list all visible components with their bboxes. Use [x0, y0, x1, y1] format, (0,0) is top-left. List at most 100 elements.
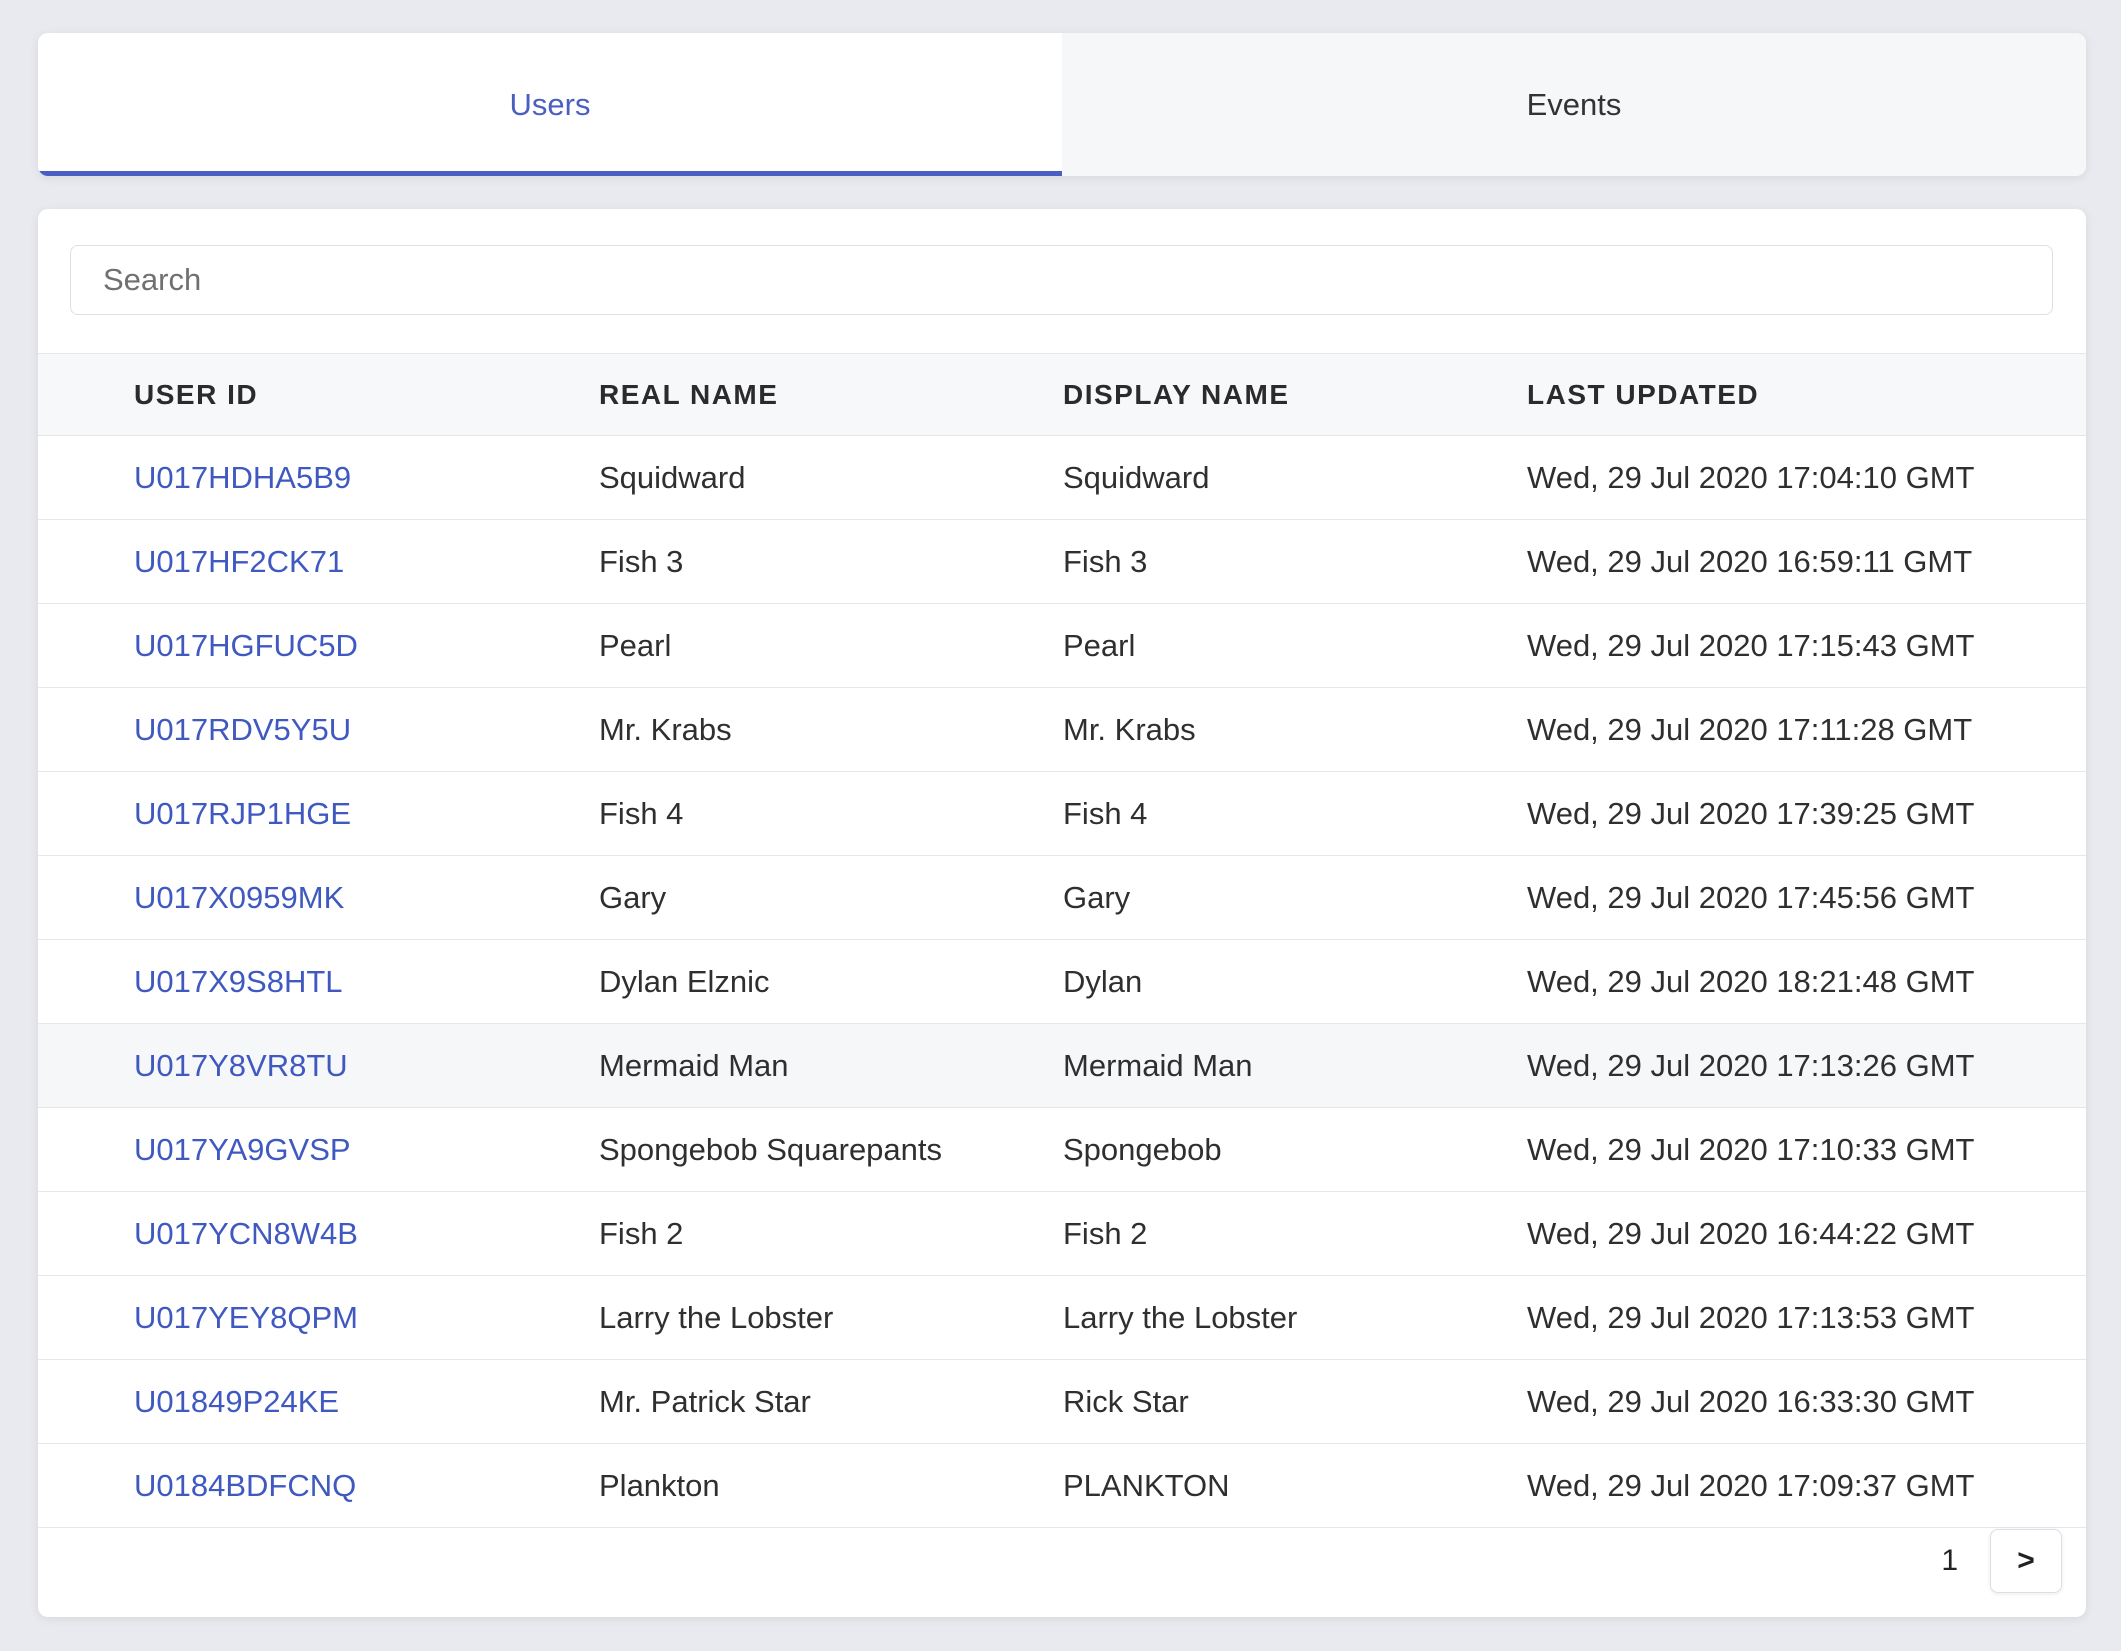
real-name-cell: Fish 3 — [599, 543, 684, 579]
real-name-cell: Squidward — [599, 459, 746, 495]
table-cell: Gary — [598, 855, 1062, 940]
table-cell: U017HDHA5B9 — [38, 435, 598, 520]
user-id-link[interactable]: U017HF2CK71 — [134, 544, 344, 579]
last-updated-cell: Wed, 29 Jul 2020 16:44:22 GMT — [1527, 1215, 1975, 1251]
real-name-cell: Gary — [599, 879, 667, 915]
table-cell: Larry the Lobster — [598, 1275, 1062, 1360]
user-id-link[interactable]: U017RJP1HGE — [134, 796, 351, 831]
users-table: USER ID REAL NAME DISPLAY NAME LAST UPDA… — [38, 353, 2086, 1528]
last-updated-cell: Wed, 29 Jul 2020 17:04:10 GMT — [1527, 459, 1975, 495]
tab-events-label: Events — [1526, 86, 1622, 122]
real-name-cell: Fish 2 — [599, 1215, 684, 1251]
table-cell: PLANKTON — [1062, 1443, 1526, 1528]
table-cell: Wed, 29 Jul 2020 17:11:28 GMT — [1526, 687, 2086, 772]
table-cell: U017Y8VR8TU — [38, 1023, 598, 1108]
table-cell: Wed, 29 Jul 2020 17:04:10 GMT — [1526, 435, 2086, 520]
user-id-link[interactable]: U017YCN8W4B — [134, 1216, 358, 1251]
user-id-link[interactable]: U017RDV5Y5U — [134, 712, 351, 747]
table-cell: Squidward — [598, 435, 1062, 520]
display-name-cell: Dylan — [1063, 963, 1143, 999]
display-name-cell: PLANKTON — [1063, 1467, 1230, 1503]
table-row: U0184BDFCNQ Plankton PLANKTON Wed, 29 Jul 2… — [38, 1443, 2086, 1528]
table-row: U017HDHA5B9 Squidward Squidward Wed, 29 Jul… — [38, 435, 2086, 520]
table-row: U01849P24KE Mr. Patrick Star Rick Star Wed,… — [38, 1359, 2086, 1444]
real-name-cell: Larry the Lobster — [599, 1299, 834, 1335]
table-row: U017YA9GVSP Spongebob Squarepants Spongebo… — [38, 1107, 2086, 1192]
table-cell: Rick Star — [1062, 1359, 1526, 1444]
table-row: U017X9S8HTL Dylan Elznic Dylan Wed, 29 Jul … — [38, 939, 2086, 1024]
table-cell: Fish 3 — [598, 519, 1062, 604]
display-name-cell: Mr. Krabs — [1063, 711, 1196, 747]
last-updated-cell: Wed, 29 Jul 2020 17:15:43 GMT — [1527, 627, 1975, 663]
real-name-cell: Spongebob Squarepants — [599, 1131, 943, 1167]
table-cell: Dylan — [1062, 939, 1526, 1024]
table-cell: Spongebob Squarepants — [598, 1107, 1062, 1192]
display-name-cell: Fish 4 — [1063, 795, 1148, 831]
table-cell: Fish 2 — [1062, 1191, 1526, 1276]
table-cell: Pearl — [1062, 603, 1526, 688]
user-id-link[interactable]: U017YEY8QPM — [134, 1300, 358, 1335]
table-cell: Mermaid Man — [598, 1023, 1062, 1108]
table-cell: U0184BDFCNQ — [38, 1443, 598, 1528]
table-body: U017HDHA5B9 Squidward Squidward Wed, 29 Jul… — [38, 435, 2086, 1528]
table-cell: Plankton — [598, 1443, 1062, 1528]
table-cell: Wed, 29 Jul 2020 17:10:33 GMT — [1526, 1107, 2086, 1192]
display-name-cell: Rick Star — [1063, 1383, 1189, 1419]
user-id-link[interactable]: U01849P24KE — [134, 1384, 339, 1419]
user-id-link[interactable]: U0184BDFCNQ — [134, 1468, 356, 1503]
table-row: U017Y8VR8TU Mermaid Man Mermaid Man Wed, 29… — [38, 1023, 2086, 1108]
last-updated-cell: Wed, 29 Jul 2020 17:09:37 GMT — [1527, 1467, 1975, 1503]
table-cell: Mermaid Man — [1062, 1023, 1526, 1108]
real-name-cell: Pearl — [599, 627, 672, 663]
column-header-real-name: REAL NAME — [598, 353, 1062, 436]
table-cell: Wed, 29 Jul 2020 17:15:43 GMT — [1526, 603, 2086, 688]
last-updated-cell: Wed, 29 Jul 2020 16:59:11 GMT — [1527, 543, 1973, 579]
real-name-cell: Fish 4 — [599, 795, 684, 831]
table-cell: Mr. Krabs — [1062, 687, 1526, 772]
table-cell: Wed, 29 Jul 2020 17:39:25 GMT — [1526, 771, 2086, 856]
table-row: U017YCN8W4B Fish 2 Fish 2 Wed, 29 Jul 2020 … — [38, 1191, 2086, 1276]
table-cell: Gary — [1062, 855, 1526, 940]
table-row: U017HF2CK71 Fish 3 Fish 3 Wed, 29 Jul 2020 … — [38, 519, 2086, 604]
table-cell: Wed, 29 Jul 2020 17:13:53 GMT — [1526, 1275, 2086, 1360]
table-cell: U017YA9GVSP — [38, 1107, 598, 1192]
real-name-cell: Plankton — [599, 1467, 720, 1503]
last-updated-cell: Wed, 29 Jul 2020 17:13:26 GMT — [1527, 1047, 1975, 1083]
last-updated-cell: Wed, 29 Jul 2020 18:21:48 GMT — [1527, 963, 1975, 999]
last-updated-cell: Wed, 29 Jul 2020 16:33:30 GMT — [1527, 1383, 1975, 1419]
user-id-link[interactable]: U017X0959MK — [134, 880, 344, 915]
last-updated-cell: Wed, 29 Jul 2020 17:10:33 GMT — [1527, 1131, 1975, 1167]
table-cell: Larry the Lobster — [1062, 1275, 1526, 1360]
user-id-link[interactable]: U017HDHA5B9 — [134, 460, 351, 495]
table-cell: Wed, 29 Jul 2020 17:13:26 GMT — [1526, 1023, 2086, 1108]
search-input[interactable] — [70, 245, 2053, 315]
current-page-number[interactable]: 1 — [1941, 1544, 1958, 1578]
column-header-last-updated: LAST UPDATED — [1526, 353, 2086, 436]
user-id-link[interactable]: U017X9S8HTL — [134, 964, 343, 999]
table-cell: Fish 4 — [598, 771, 1062, 856]
tab-events[interactable]: Events — [1062, 33, 2086, 176]
pagination: 1 > — [1941, 1529, 2062, 1593]
table-cell: Fish 3 — [1062, 519, 1526, 604]
user-id-link[interactable]: U017YA9GVSP — [134, 1132, 351, 1167]
display-name-cell: Squidward — [1063, 459, 1210, 495]
table-cell: Squidward — [1062, 435, 1526, 520]
table-cell: Dylan Elznic — [598, 939, 1062, 1024]
table-row: U017RDV5Y5U Mr. Krabs Mr. Krabs Wed, 29 Jul… — [38, 687, 2086, 772]
real-name-cell: Mermaid Man — [599, 1047, 789, 1083]
next-page-label: > — [2017, 1544, 2035, 1577]
next-page-button[interactable]: > — [1990, 1529, 2062, 1593]
table-cell: U017RJP1HGE — [38, 771, 598, 856]
user-id-link[interactable]: U017Y8VR8TU — [134, 1048, 348, 1083]
table-cell: U017HF2CK71 — [38, 519, 598, 604]
tab-bar: Users Events — [38, 33, 2086, 176]
display-name-cell: Fish 2 — [1063, 1215, 1148, 1251]
user-id-link[interactable]: U017HGFUC5D — [134, 628, 358, 663]
table-cell: U017X9S8HTL — [38, 939, 598, 1024]
display-name-cell: Spongebob — [1063, 1131, 1222, 1167]
table-cell: Pearl — [598, 603, 1062, 688]
last-updated-cell: Wed, 29 Jul 2020 17:13:53 GMT — [1527, 1299, 1975, 1335]
tab-users[interactable]: Users — [38, 33, 1062, 176]
table-cell: Wed, 29 Jul 2020 16:33:30 GMT — [1526, 1359, 2086, 1444]
column-header-display-name: DISPLAY NAME — [1062, 353, 1526, 436]
